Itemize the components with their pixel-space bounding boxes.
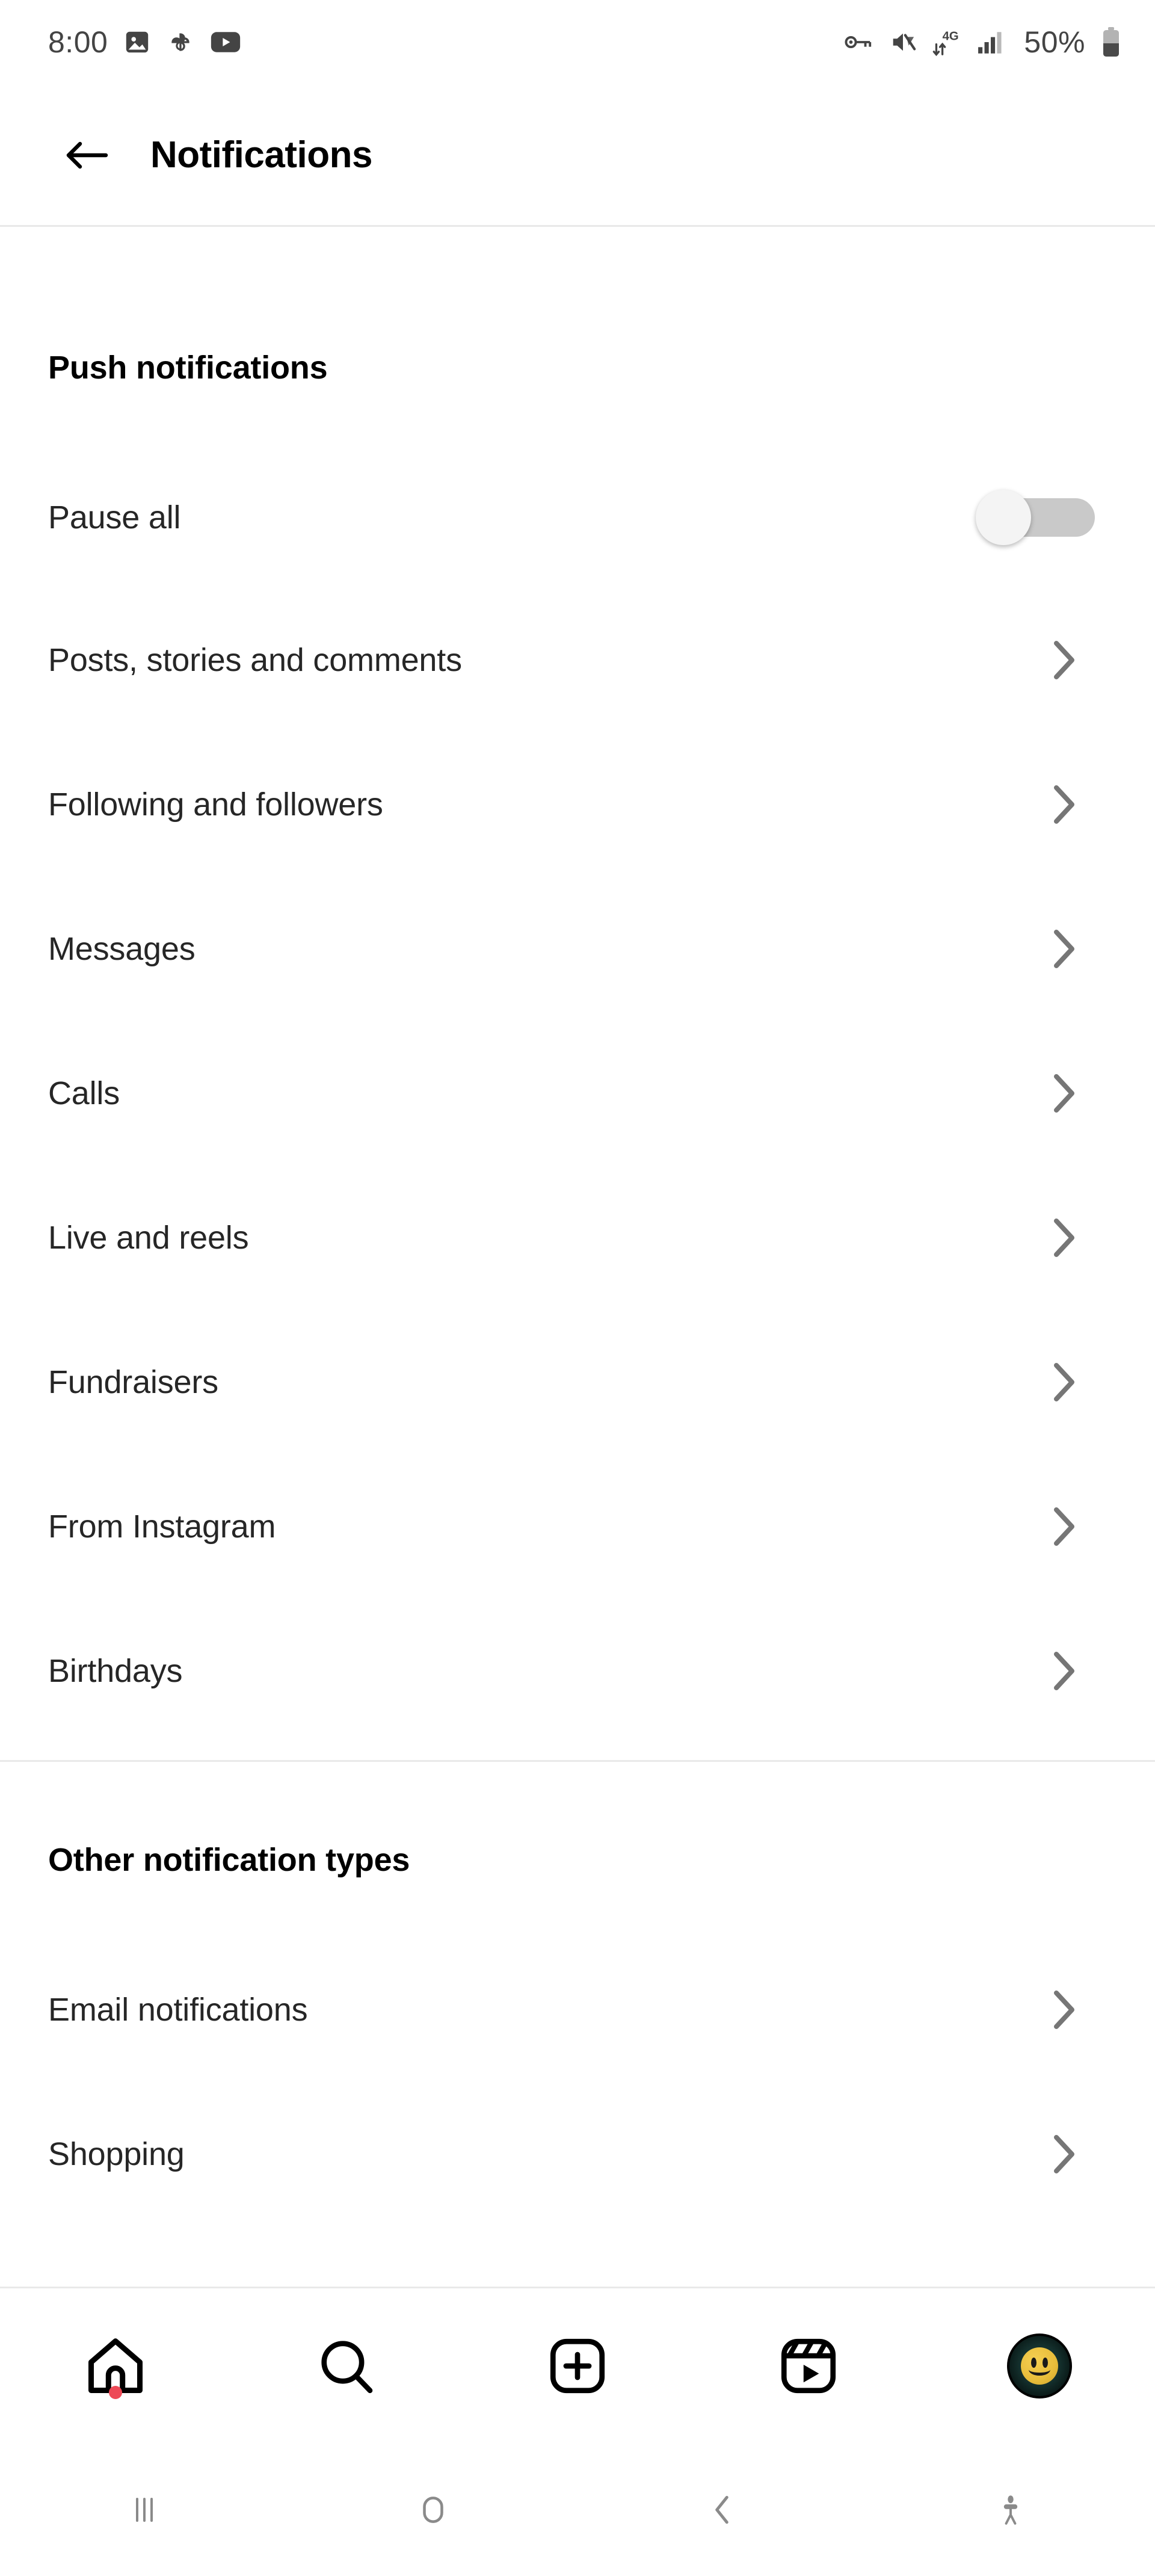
- row-label: Messages: [48, 931, 196, 967]
- home-pill-icon: [423, 2496, 443, 2523]
- mute-icon: [893, 33, 916, 51]
- row-label: Shopping: [48, 2136, 185, 2172]
- system-recents-button[interactable]: [0, 2443, 289, 2576]
- nav-item-create[interactable]: [462, 2288, 693, 2443]
- chevron-right-icon: [1054, 641, 1074, 679]
- nav-item-home[interactable]: [0, 2288, 231, 2443]
- chevron-right-icon: [1054, 1363, 1074, 1401]
- section-title-other-notification-types: Other notification types: [48, 1842, 410, 1878]
- section-divider: [0, 1760, 1155, 1762]
- chevron-right-icon: [1054, 1991, 1074, 2029]
- nav-item-search[interactable]: [231, 2288, 462, 2443]
- status-bar: 8:00 4G 50%: [0, 0, 1155, 84]
- row-posts-stories-and-comments[interactable]: Posts, stories and comments: [0, 624, 1155, 696]
- battery-percent-label: 50%: [1024, 25, 1085, 59]
- row-email-notifications[interactable]: Email notifications: [0, 1974, 1155, 2046]
- back-button[interactable]: [42, 137, 132, 174]
- chevron-right-icon: [1054, 1507, 1074, 1546]
- google-photos-pinwheel-icon: [171, 33, 189, 51]
- recents-icon: [136, 2497, 153, 2522]
- toggle-knob: [976, 490, 1031, 545]
- system-back-button[interactable]: [578, 2443, 866, 2576]
- back-arrow-icon: [66, 141, 108, 168]
- chevron-right-icon: [1054, 1074, 1074, 1113]
- row-label: Birthdays: [48, 1653, 183, 1689]
- battery-icon: [1103, 27, 1119, 57]
- row-following-and-followers[interactable]: Following and followers: [0, 768, 1155, 841]
- row-calls[interactable]: Calls: [0, 1057, 1155, 1129]
- row-messages[interactable]: Messages: [0, 913, 1155, 985]
- reels-icon: [781, 2338, 836, 2393]
- back-chevron-icon: [715, 2495, 728, 2524]
- nav-item-profile[interactable]: [924, 2288, 1155, 2443]
- page-title: Notifications: [150, 134, 372, 176]
- 4g-data-icon: 4G: [933, 29, 959, 57]
- row-label: Posts, stories and comments: [48, 642, 462, 678]
- row-fundraisers[interactable]: Fundraisers: [0, 1346, 1155, 1418]
- profile-avatar: [1007, 2333, 1072, 2398]
- vpn-key-icon: [845, 36, 872, 48]
- search-icon: [321, 2340, 373, 2393]
- row-from-instagram[interactable]: From Instagram: [0, 1490, 1155, 1563]
- accessibility-icon: [1003, 2495, 1018, 2525]
- row-label: From Instagram: [48, 1509, 276, 1545]
- nav-item-reels[interactable]: [693, 2288, 924, 2443]
- status-time: 8:00: [48, 25, 108, 59]
- section-title-push-notifications: Push notifications: [48, 350, 328, 386]
- youtube-icon: [211, 32, 241, 52]
- system-accessibility-button[interactable]: [866, 2443, 1155, 2576]
- header-divider: [0, 225, 1155, 227]
- row-label: Fundraisers: [48, 1364, 218, 1400]
- row-label: Following and followers: [48, 786, 383, 823]
- row-pause-all[interactable]: Pause all: [0, 481, 1155, 554]
- row-label: Calls: [48, 1075, 120, 1111]
- smiley-face-icon: [1021, 2347, 1058, 2385]
- chevron-right-icon: [1054, 785, 1074, 824]
- row-shopping[interactable]: Shopping: [0, 2118, 1155, 2190]
- row-live-and-reels[interactable]: Live and reels: [0, 1202, 1155, 1274]
- photos-icon: [126, 31, 149, 53]
- row-label: Pause all: [48, 499, 181, 536]
- home-notification-badge: [109, 2386, 122, 2399]
- chevron-right-icon: [1054, 2135, 1074, 2173]
- page-header: Notifications: [0, 84, 1155, 226]
- chevron-right-icon: [1054, 1219, 1074, 1257]
- chevron-right-icon: [1054, 930, 1074, 968]
- pause-all-toggle[interactable]: [976, 490, 1095, 545]
- bottom-navigation-bar: [0, 2288, 1155, 2443]
- system-home-button[interactable]: [289, 2443, 578, 2576]
- create-plus-icon: [550, 2338, 605, 2393]
- system-navigation-bar: [0, 2443, 1155, 2576]
- status-bar-left: 8:00: [48, 25, 241, 60]
- row-birthdays[interactable]: Birthdays: [0, 1635, 1155, 1707]
- status-bar-right: 4G 50%: [843, 25, 1121, 60]
- signal-bars-icon: [978, 32, 1002, 54]
- svg-text:4G: 4G: [943, 29, 959, 43]
- chevron-right-icon: [1054, 1652, 1074, 1690]
- row-label: Live and reels: [48, 1220, 249, 1256]
- smiley-mouth: [1029, 2364, 1050, 2376]
- row-label: Email notifications: [48, 1992, 308, 2028]
